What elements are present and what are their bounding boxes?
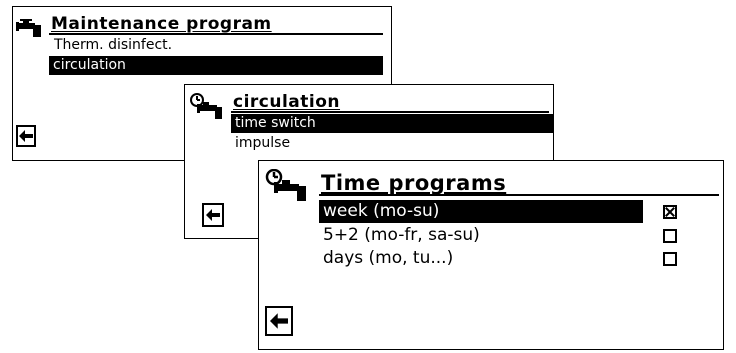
option-week[interactable]: week (mo-su) <box>319 200 643 223</box>
option-days[interactable]: days (mo, tu...) <box>319 247 453 270</box>
checkbox-days[interactable] <box>663 252 677 266</box>
page-title: Time programs <box>321 171 507 195</box>
page-title: Maintenance program <box>51 14 272 34</box>
arrow-left-icon <box>206 209 220 221</box>
menu-item-impulse[interactable]: impulse <box>231 134 294 153</box>
arrow-left-icon <box>270 313 288 329</box>
clock-faucet-icon <box>190 93 222 119</box>
faucet-icon <box>16 19 41 37</box>
page-title: circulation <box>233 92 341 112</box>
arrow-left-icon <box>19 130 33 142</box>
time-programs-screen: Time programs week (mo-su) 5+2 (mo-fr, s… <box>258 160 724 350</box>
checkbox-5-plus-2[interactable] <box>663 229 677 243</box>
back-button[interactable] <box>16 125 36 147</box>
menu-item-circulation[interactable]: circulation <box>49 56 383 75</box>
title-divider <box>49 33 383 35</box>
menu-item-time-switch[interactable]: time switch <box>231 114 553 133</box>
menu-item-therm-disinfect[interactable]: Therm. disinfect. <box>51 36 175 55</box>
title-divider <box>319 194 719 196</box>
clock-faucet-icon <box>265 169 306 201</box>
back-button[interactable] <box>202 203 224 227</box>
title-divider <box>231 111 549 113</box>
checkbox-week[interactable] <box>663 205 677 219</box>
back-button[interactable] <box>265 306 293 336</box>
option-5-plus-2[interactable]: 5+2 (mo-fr, sa-su) <box>319 224 480 247</box>
